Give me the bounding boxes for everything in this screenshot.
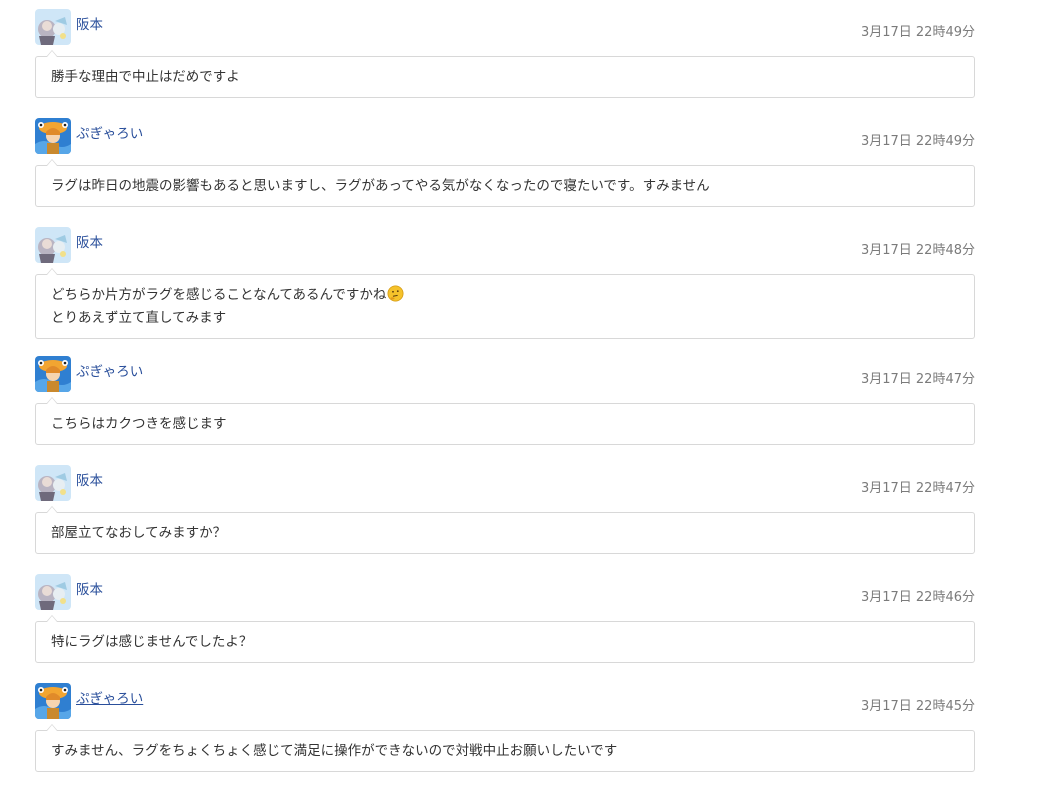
timestamp: 3月17日 22時48分 <box>860 243 975 258</box>
sakamoto-avatar[interactable] <box>35 227 71 263</box>
pugyaroi-avatar[interactable] <box>35 356 71 392</box>
timestamp: 3月17日 22時45分 <box>860 699 975 714</box>
message-bubble: 部屋立てなおしてみますか？ <box>35 506 975 554</box>
username[interactable]: ぷぎゃろい <box>76 690 143 708</box>
message-text: こちらはカクつきを感じます <box>51 416 227 432</box>
message-text: すみません、ラグをちょくちょく感じて満足に操作ができないので対戦中止お願いしたい… <box>51 743 618 759</box>
message-text: 部屋立てなおしてみますか？ <box>51 525 227 541</box>
message-bubble: ラグは昨日の地震の影響もあると思いますし、ラグがあってやる気がなくなったので寝た… <box>35 159 975 207</box>
message-item: 阪本 3月17日 22時46分 特にラグは感じませんでしたよ？ <box>35 574 975 674</box>
message-item: 阪本 3月17日 22時47分 部屋立てなおしてみますか？ <box>35 465 975 565</box>
thinking-face-icon <box>387 285 404 308</box>
message-item: ぷぎゃろい 3月17日 22時47分 こちらはカクつきを感じます <box>35 356 975 456</box>
username[interactable]: 阪本 <box>76 581 103 599</box>
message-bubble: こちらはカクつきを感じます <box>35 397 975 445</box>
timestamp: 3月17日 22時47分 <box>860 372 975 387</box>
timestamp: 3月17日 22時49分 <box>860 134 975 149</box>
username[interactable]: 阪本 <box>76 472 103 490</box>
message-text: 特にラグは感じませんでしたよ？ <box>51 634 253 650</box>
sakamoto-avatar[interactable] <box>35 465 71 501</box>
message-bubble: すみません、ラグをちょくちょく感じて満足に操作ができないので対戦中止お願いしたい… <box>35 724 975 772</box>
message-text: どちらか片方がラグを感じることなんてあるんですかね とりあえず立て直してみます <box>36 275 974 338</box>
message-bubble: 勝手な理由で中止はだめですよ <box>35 50 975 98</box>
username[interactable]: ぷぎゃろい <box>76 125 143 143</box>
timestamp: 3月17日 22時49分 <box>860 25 975 40</box>
message-bubble: どちらか片方がラグを感じることなんてあるんですかね とりあえず立て直してみます <box>35 268 975 339</box>
username[interactable]: ぷぎゃろい <box>76 363 143 381</box>
message-line: とりあえず立て直してみます <box>51 310 227 326</box>
username[interactable]: 阪本 <box>76 16 103 34</box>
sakamoto-avatar[interactable] <box>35 574 71 610</box>
timestamp: 3月17日 22時46分 <box>860 590 975 605</box>
message-item: ぷぎゃろい 3月17日 22時49分 ラグは昨日の地震の影響もあると思いますし、… <box>35 118 975 218</box>
username[interactable]: 阪本 <box>76 234 103 252</box>
pugyaroi-avatar[interactable] <box>35 118 71 154</box>
message-text: 勝手な理由で中止はだめですよ <box>51 69 240 85</box>
message-bubble: 特にラグは感じませんでしたよ？ <box>35 615 975 663</box>
timestamp: 3月17日 22時47分 <box>860 481 975 496</box>
message-item: 阪本 3月17日 22時48分 どちらか片方がラグを感じることなんてあるんですか… <box>35 227 975 339</box>
message-line: どちらか片方がラグを感じることなんてあるんですかね <box>51 287 387 303</box>
message-item: 阪本 3月17日 22時49分 勝手な理由で中止はだめですよ <box>35 9 975 109</box>
message-list: 阪本 3月17日 22時49分 勝手な理由で中止はだめですよ ぷぎゃろい 3月1… <box>0 0 1040 786</box>
message-item: ぷぎゃろい 3月17日 22時45分 すみません、ラグをちょくちょく感じて満足に… <box>35 683 975 783</box>
pugyaroi-avatar[interactable] <box>35 683 71 719</box>
message-text: ラグは昨日の地震の影響もあると思いますし、ラグがあってやる気がなくなったので寝た… <box>51 178 710 194</box>
sakamoto-avatar[interactable] <box>35 9 71 45</box>
